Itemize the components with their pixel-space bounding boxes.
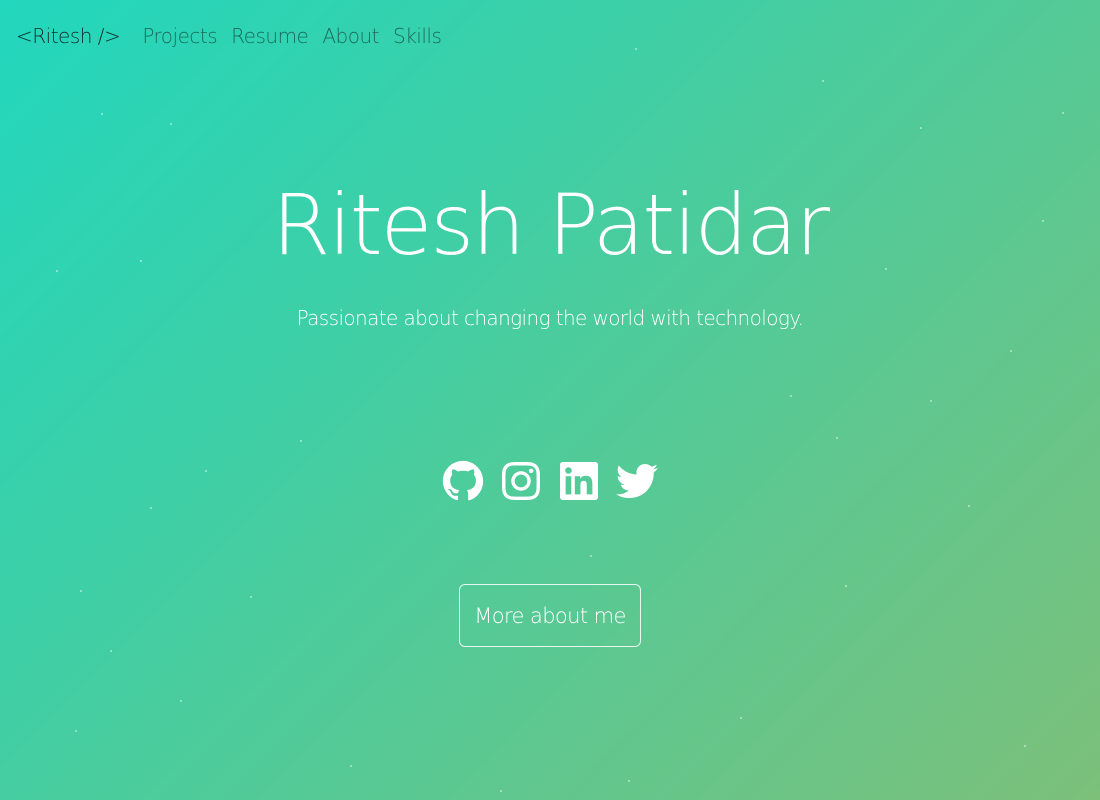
github-icon <box>442 460 484 501</box>
linkedin-icon <box>560 462 598 500</box>
instagram-icon <box>502 462 540 500</box>
starfield-background <box>0 0 1100 800</box>
nav-link-projects[interactable]: Projects <box>142 24 217 48</box>
nav-link-skills[interactable]: Skills <box>393 24 442 48</box>
nav-link-resume[interactable]: Resume <box>231 24 309 48</box>
hero-name-heading: Ritesh Patidar <box>272 176 830 274</box>
hero-tagline: Passionate about changing the world with… <box>296 305 804 330</box>
nav-link-about[interactable]: About <box>322 24 379 48</box>
hero-section: Ritesh Patidar Passionate about changing… <box>0 175 1100 330</box>
cta-container: More about me <box>0 584 1100 647</box>
brand-logo-link[interactable]: <Ritesh /> <box>16 24 121 48</box>
instagram-link[interactable] <box>499 450 543 512</box>
top-navigation: <Ritesh /> Projects Resume About Skills <box>16 24 442 48</box>
twitter-icon <box>616 463 658 499</box>
linkedin-link[interactable] <box>557 450 601 512</box>
more-about-me-button[interactable]: More about me <box>459 584 641 647</box>
github-link[interactable] <box>441 450 485 512</box>
twitter-link[interactable] <box>615 450 659 512</box>
social-links <box>0 450 1100 512</box>
